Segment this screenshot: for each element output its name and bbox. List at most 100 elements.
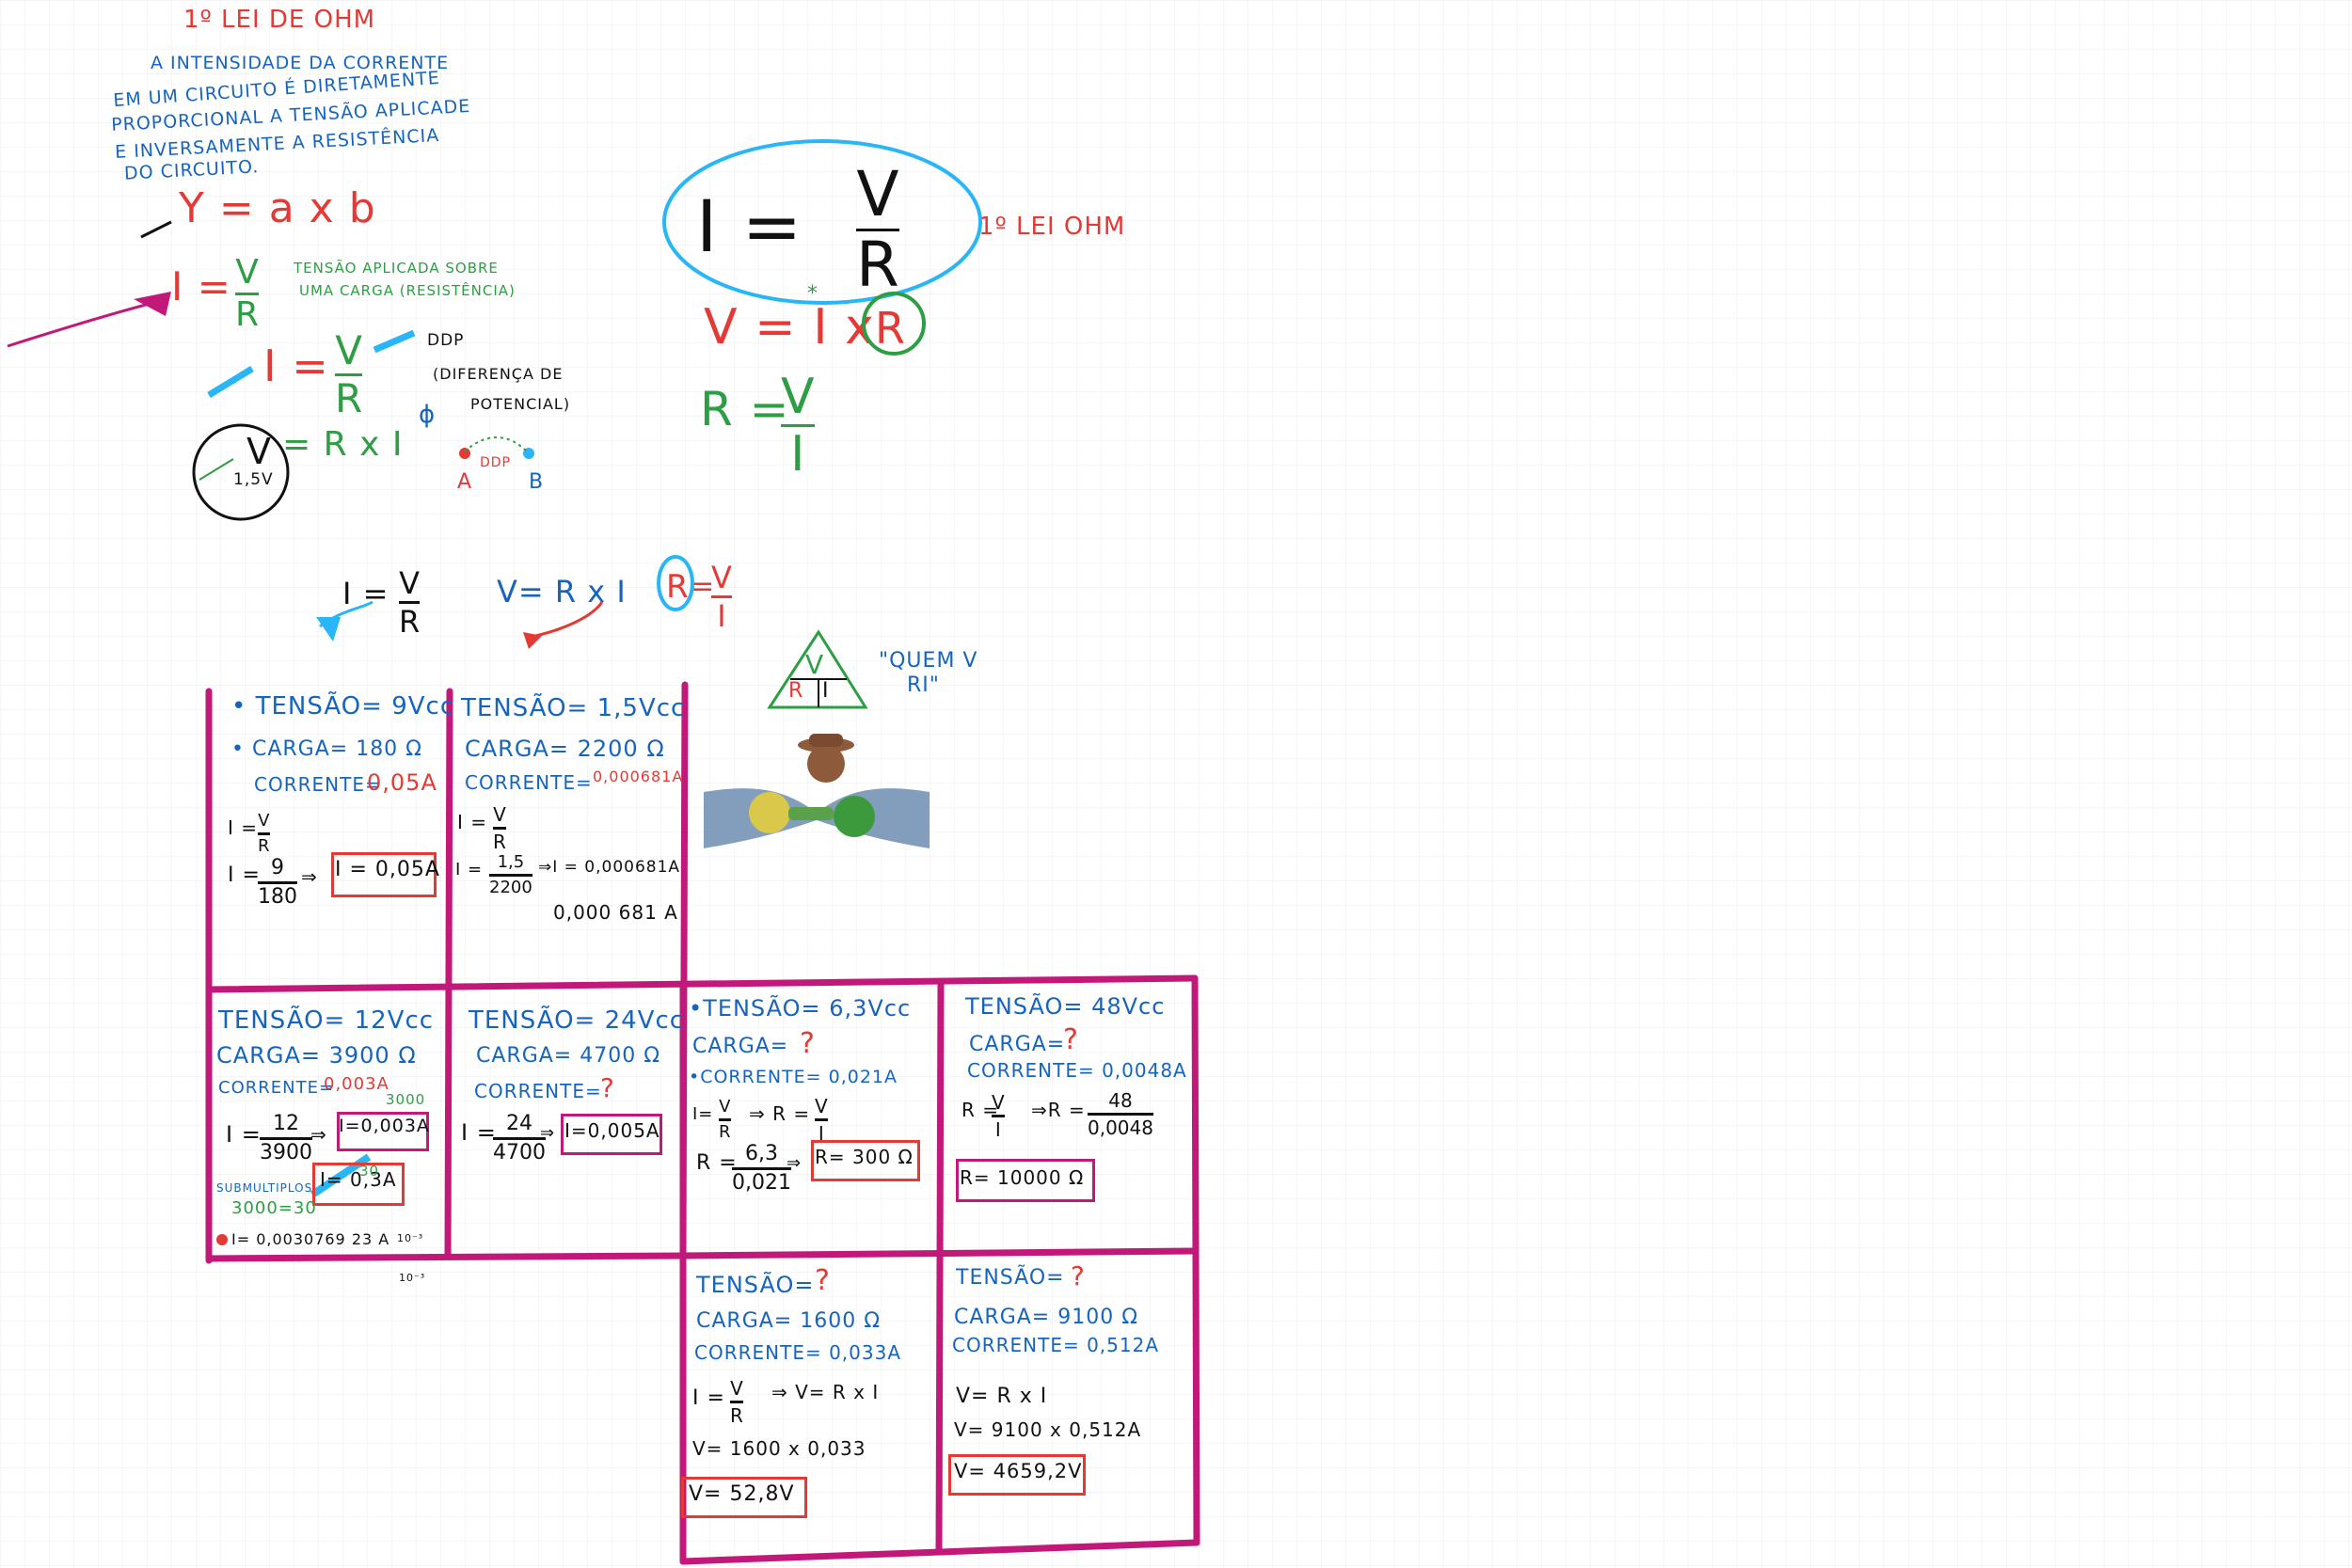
fraction: 48 0,0048 xyxy=(1088,1091,1153,1137)
formula-i: I = xyxy=(228,816,259,839)
fraction: VR xyxy=(258,813,270,855)
denominator: 180 xyxy=(258,885,297,909)
fraction: VI xyxy=(815,1097,828,1143)
result: V= 4659,2V xyxy=(954,1460,1083,1482)
fraction: 24 4700 xyxy=(493,1114,546,1164)
result: ⇒I = 0,000681A xyxy=(538,858,681,877)
load-label: CARGA= 2200 Ω xyxy=(465,736,665,762)
numerator: V xyxy=(730,1377,743,1400)
denominator: R xyxy=(493,831,506,853)
arrow: ⇒ xyxy=(787,1153,803,1173)
numerator: 9 xyxy=(271,856,284,879)
denominator: 4700 xyxy=(493,1141,546,1164)
formula-i: I = xyxy=(692,1386,725,1410)
voltage-label: TENSÃO= 48Vcc xyxy=(965,993,1166,1020)
voltage-label: TENSÃO= 1,5Vcc xyxy=(461,694,686,722)
result: I=0,003A xyxy=(339,1116,430,1136)
voltage-label: TENSÃO= 12Vcc xyxy=(218,1006,435,1035)
numerator: V xyxy=(258,811,270,831)
voltage-value: ? xyxy=(815,1264,831,1297)
calc-line: V= 1600 x 0,033 xyxy=(692,1437,866,1460)
formula-i: I = xyxy=(461,1119,497,1146)
result: I = 0,05A xyxy=(335,858,440,881)
result: V= 52,8V xyxy=(689,1482,795,1506)
fraction: 9 180 xyxy=(258,858,297,908)
current-label: •CORRENTE= 0,021A xyxy=(689,1067,898,1087)
current-label: CORRENTE= 0,512A xyxy=(952,1334,1160,1356)
formula-i: I = xyxy=(457,811,488,833)
arrow-formula: ⇒R = xyxy=(1031,1099,1086,1121)
fraction: VI xyxy=(992,1093,1005,1139)
numerator: V xyxy=(815,1095,828,1117)
formula-i: I = xyxy=(455,860,484,879)
load-value: ? xyxy=(1063,1023,1079,1056)
load-label: CARGA= xyxy=(969,1033,1066,1056)
result: I=0,005A xyxy=(564,1119,660,1142)
fraction: VR xyxy=(719,1099,731,1141)
voltage-label: TENSÃO= 24Vcc xyxy=(469,1006,685,1035)
current-label: CORRENTE= 0,033A xyxy=(694,1341,902,1364)
numerator: 48 xyxy=(1108,1089,1133,1112)
current-value: 0,05A xyxy=(367,769,437,796)
exact-result: I= 0,0030769 23 A xyxy=(231,1230,390,1248)
current-label: CORRENTE= 0,0048A xyxy=(967,1059,1187,1082)
fraction: 6,3 0,021 xyxy=(732,1144,791,1194)
formula-i: I = xyxy=(228,863,261,887)
current-label: CORRENTE= xyxy=(474,1080,602,1102)
numerator: 24 xyxy=(506,1112,532,1135)
calc-line: V= 9100 x 0,512A xyxy=(954,1418,1142,1441)
arrow: ⇒ xyxy=(310,1123,327,1146)
numerator: 1,5 xyxy=(497,852,525,872)
load-label: CARGA= 9100 Ω xyxy=(954,1306,1139,1329)
current-label: CORRENTE= xyxy=(218,1078,335,1098)
numerator: 12 xyxy=(273,1112,299,1135)
voltage-label: TENSÃO= xyxy=(696,1272,815,1298)
arrow-formula: ⇒ R = xyxy=(749,1102,811,1125)
voltage-value: ? xyxy=(1071,1260,1086,1291)
current-value: ? xyxy=(600,1072,615,1103)
numerator: V xyxy=(992,1091,1005,1114)
calc-line: V= R x I xyxy=(956,1385,1048,1408)
exponent-note: 10⁻³ xyxy=(397,1232,424,1244)
current-value: 0,003A xyxy=(324,1074,389,1094)
fraction: VR xyxy=(730,1379,743,1425)
current-value: 0,000681A xyxy=(593,768,684,785)
result: R= 300 Ω xyxy=(815,1146,914,1168)
denominator: 2200 xyxy=(489,878,532,897)
load-value: ? xyxy=(800,1027,816,1060)
denominator: I xyxy=(994,1118,1001,1141)
denominator: 3900 xyxy=(260,1141,312,1164)
voltage-label: • TENSÃO= 9Vcc xyxy=(231,692,455,721)
result: R= 10000 Ω xyxy=(960,1166,1085,1189)
formula-i: I = xyxy=(226,1121,262,1148)
fraction: VR xyxy=(493,805,506,851)
exponent-note: 10⁻³ xyxy=(399,1272,426,1284)
numerator: V xyxy=(719,1097,731,1117)
arrow: ⇒ xyxy=(301,865,318,888)
wrong-result: I= 0,3A xyxy=(320,1168,397,1191)
load-label: CARGA= xyxy=(692,1035,789,1058)
load-label: • CARGA= 180 Ω xyxy=(231,737,422,761)
numerator: V xyxy=(493,803,506,826)
load-label: CARGA= 4700 Ω xyxy=(476,1044,661,1068)
denominator: R xyxy=(730,1404,743,1427)
fraction: 1,5 2200 xyxy=(489,854,532,896)
denominator: R xyxy=(258,836,270,856)
denominator: 0,0048 xyxy=(1088,1117,1153,1139)
submultiples-label: SUBMULTIPLOS xyxy=(216,1181,313,1195)
arrow: ⇒ xyxy=(540,1123,556,1143)
submultiples-eq: 3000=30 xyxy=(231,1198,317,1218)
note-3000: 3000 xyxy=(386,1091,426,1108)
current-label: CORRENTE= xyxy=(254,773,382,796)
alt-result: 0,000 681 A xyxy=(553,901,678,924)
voltage-label: •TENSÃO= 6,3Vcc xyxy=(689,995,912,1022)
numerator: 6,3 xyxy=(744,1142,778,1165)
note-30: 30 xyxy=(359,1163,380,1180)
denominator: R xyxy=(719,1122,731,1142)
load-label: CARGA= 3900 Ω xyxy=(216,1042,417,1069)
arrow-formula: ⇒ V= R x I xyxy=(771,1381,880,1403)
denominator: 0,021 xyxy=(732,1171,791,1195)
formula-i: I= xyxy=(692,1104,714,1124)
fraction: 12 3900 xyxy=(260,1114,312,1164)
current-label: CORRENTE= xyxy=(465,771,593,794)
